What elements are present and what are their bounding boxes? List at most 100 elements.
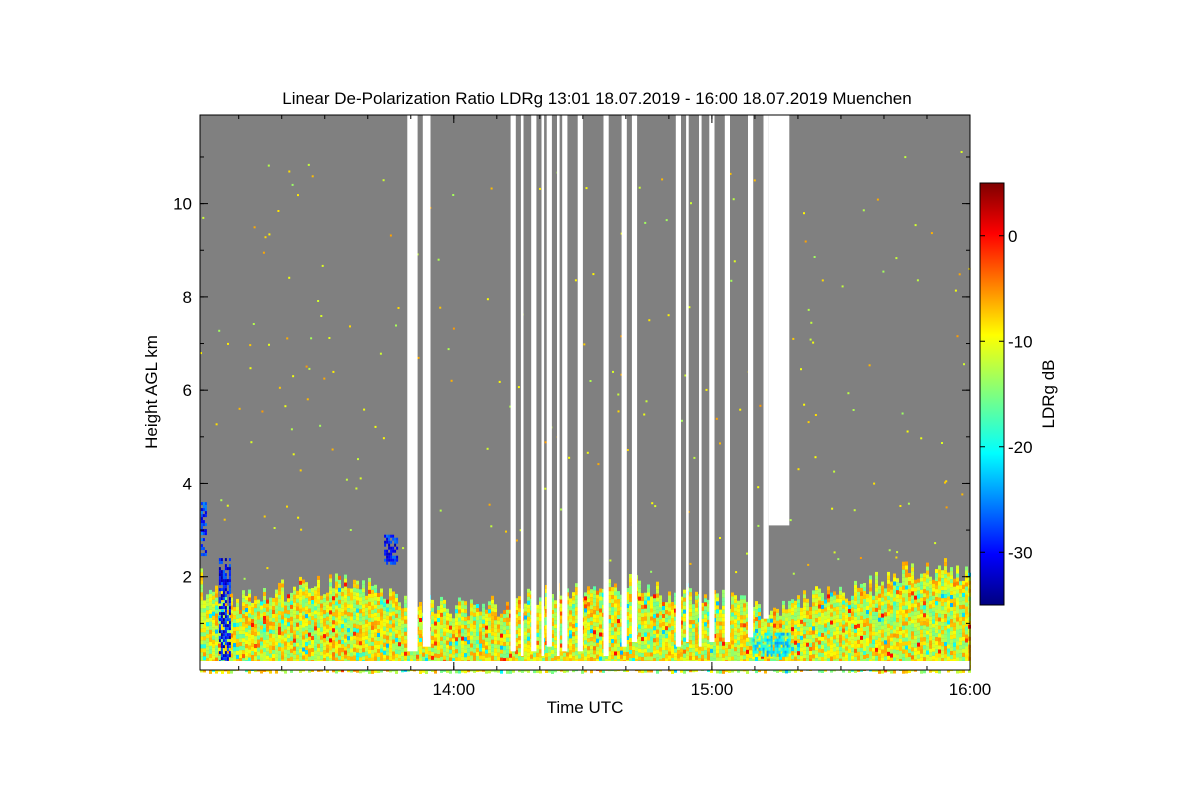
ldr-cell bbox=[719, 649, 722, 654]
ldr-cell bbox=[920, 633, 923, 638]
ldr-cell bbox=[719, 653, 722, 658]
ldr-cell bbox=[314, 590, 317, 595]
ldr-cell bbox=[818, 596, 821, 601]
ldr-cell bbox=[599, 632, 602, 637]
ldr-cell bbox=[821, 625, 824, 629]
ldr-cell bbox=[374, 628, 377, 633]
ldr-cell bbox=[755, 617, 758, 622]
ldr-cell bbox=[734, 639, 737, 644]
ldr-cell bbox=[392, 627, 395, 632]
ldr-cell bbox=[272, 610, 275, 614]
ldr-cell bbox=[638, 580, 641, 585]
ldr-cell bbox=[320, 635, 323, 640]
ldr-cell bbox=[902, 629, 905, 634]
ldr-cell bbox=[923, 617, 926, 622]
ldr-cell bbox=[947, 580, 950, 585]
ldr-cell bbox=[857, 639, 860, 644]
ldr-cell bbox=[722, 645, 725, 650]
ldr-cell bbox=[785, 617, 788, 622]
ldr-cell bbox=[386, 651, 389, 656]
ldr-cell bbox=[584, 604, 587, 609]
ldr-cell bbox=[824, 623, 827, 628]
ldr-cell bbox=[794, 600, 797, 605]
ldr-cell bbox=[947, 604, 950, 609]
ldr-cell bbox=[782, 620, 785, 625]
ldr-cell bbox=[920, 589, 923, 594]
ldr-cell bbox=[488, 653, 491, 658]
ldr-cell bbox=[875, 627, 878, 632]
ldr-cell bbox=[860, 583, 863, 588]
ldr-cell bbox=[830, 608, 833, 613]
ldr-cell bbox=[251, 651, 254, 655]
ldr-cell bbox=[434, 613, 437, 618]
ldr-cell bbox=[473, 656, 476, 661]
ldr-cell bbox=[203, 652, 206, 657]
ldr-cell bbox=[797, 655, 800, 660]
ldr-cell bbox=[650, 628, 653, 633]
ldr-cell bbox=[362, 584, 365, 589]
ldr-cell bbox=[863, 635, 866, 639]
ldr-cell bbox=[812, 618, 815, 623]
ldr-cell bbox=[854, 604, 857, 609]
ldr-cell bbox=[503, 650, 506, 655]
ldr-cell bbox=[671, 622, 674, 626]
ldr-cell bbox=[926, 654, 929, 659]
ldr-cell bbox=[284, 617, 287, 622]
ldr-cell bbox=[458, 645, 461, 650]
ldr-cell bbox=[311, 636, 314, 640]
ldr-cell bbox=[485, 649, 488, 654]
ldr-cell bbox=[947, 620, 950, 625]
ldr-cell bbox=[593, 650, 596, 655]
ldr-cell bbox=[734, 615, 737, 620]
ldr-cell bbox=[704, 614, 707, 619]
ldr-cell bbox=[281, 627, 284, 632]
ldr-cell bbox=[503, 626, 506, 631]
ldr-cell bbox=[887, 631, 890, 636]
ldr-cell bbox=[356, 608, 359, 613]
ldr-cell bbox=[206, 598, 209, 603]
ldr-cell bbox=[497, 652, 500, 657]
ldr-cell bbox=[800, 643, 803, 648]
ldr-cell bbox=[344, 614, 347, 619]
ldr-cell bbox=[362, 588, 365, 593]
ldr-cell bbox=[773, 615, 776, 620]
ldr-cell bbox=[395, 601, 398, 606]
ldr-cell bbox=[257, 635, 260, 640]
ldr-cell bbox=[215, 649, 218, 654]
ldr-cell bbox=[341, 604, 344, 609]
ldr-cell bbox=[311, 628, 314, 632]
ldr-cell bbox=[431, 643, 434, 648]
ldr-cell bbox=[353, 623, 356, 628]
ldr-cell bbox=[293, 614, 296, 619]
ldr-cell bbox=[671, 610, 674, 614]
ldr-cell bbox=[314, 654, 317, 659]
ldr-cell bbox=[380, 620, 383, 625]
ldr-cell bbox=[593, 630, 596, 635]
ldr-cell bbox=[743, 623, 746, 628]
ldr-cell bbox=[836, 634, 839, 639]
ldr-cell bbox=[791, 599, 794, 604]
ldr-cell bbox=[794, 616, 797, 621]
ldr-cell bbox=[353, 583, 356, 588]
ldr-cell bbox=[593, 602, 596, 607]
ldr-cell bbox=[950, 587, 953, 592]
ldr-cell bbox=[218, 643, 221, 648]
ldr-cell bbox=[860, 631, 863, 636]
ldr-cell bbox=[311, 588, 314, 592]
ldr-cell bbox=[524, 639, 527, 644]
ldr-cell bbox=[872, 599, 875, 604]
ldr-cell bbox=[506, 605, 509, 610]
ldr-cell bbox=[392, 651, 395, 656]
ldr-cell bbox=[848, 633, 851, 637]
ldr-cell bbox=[641, 637, 644, 642]
ldr-cell bbox=[638, 628, 641, 633]
ldr-cell bbox=[629, 614, 632, 618]
ldr-cell bbox=[665, 630, 668, 635]
ldr-cell bbox=[833, 599, 836, 604]
ldr-cell bbox=[350, 632, 353, 637]
ldr-cell bbox=[932, 603, 935, 608]
ldr-cell bbox=[740, 611, 743, 616]
ldr-cell bbox=[416, 650, 419, 655]
ldr-cell bbox=[689, 592, 692, 597]
ldr-cell bbox=[656, 589, 659, 594]
